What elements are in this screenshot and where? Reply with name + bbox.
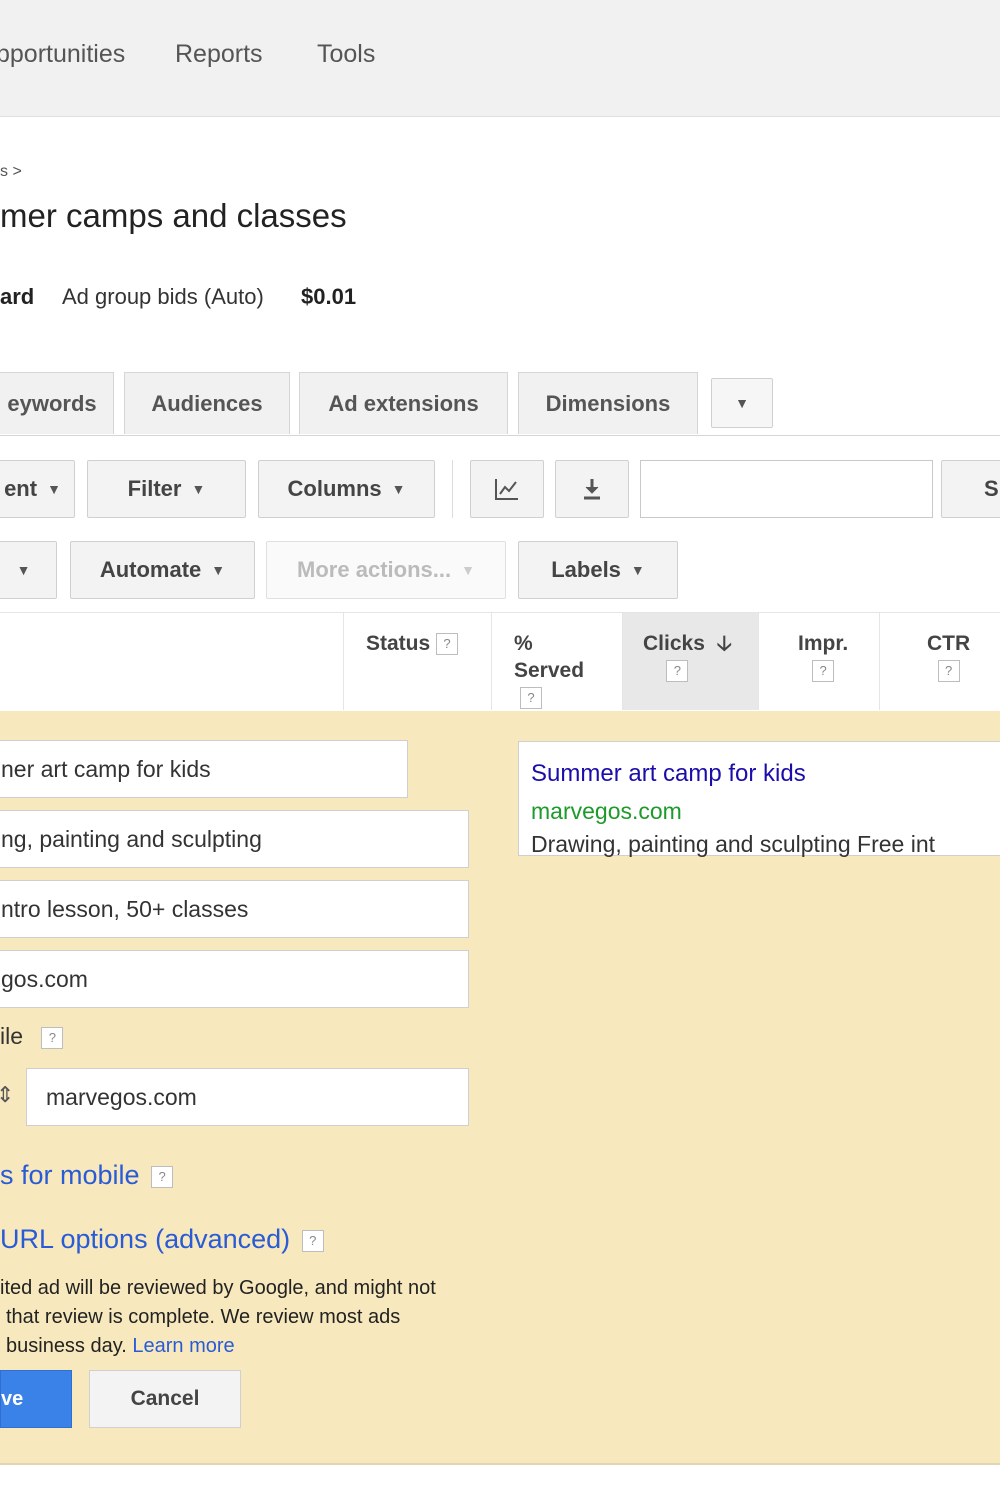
more-tabs-button[interactable]: ▼ bbox=[711, 378, 773, 428]
chevron-down-icon: ▼ bbox=[630, 562, 645, 578]
nav-tools[interactable]: Tools bbox=[317, 40, 375, 69]
download-icon bbox=[581, 477, 603, 501]
final-url-input[interactable]: marvegos.com bbox=[26, 1068, 469, 1126]
headline-input[interactable]: ner art camp for kids bbox=[0, 740, 408, 798]
learn-more-link[interactable]: Learn more bbox=[132, 1335, 234, 1357]
segment-button[interactable]: ent ▼ bbox=[0, 460, 75, 518]
description-line1-input[interactable]: ng, painting and sculpting bbox=[0, 810, 469, 868]
breadcrumb[interactable]: s > bbox=[0, 163, 22, 181]
urls-for-mobile-text: s for mobile bbox=[0, 1160, 140, 1190]
tab-keywords[interactable]: eywords bbox=[0, 372, 114, 434]
review-line1: ited ad will be reviewed by Google, and … bbox=[0, 1277, 436, 1299]
description2-value: ntro lesson, 50+ classes bbox=[1, 895, 249, 922]
display-url-input[interactable]: gos.com bbox=[0, 950, 469, 1008]
nav-reports[interactable]: Reports bbox=[175, 40, 263, 69]
page-title: mer camps and classes bbox=[0, 197, 347, 234]
save-button[interactable]: ve bbox=[0, 1370, 72, 1428]
labels-label: Labels bbox=[551, 557, 621, 582]
chevron-down-icon: ▼ bbox=[16, 562, 31, 578]
help-icon[interactable]: ? bbox=[436, 633, 459, 656]
tab-dimensions[interactable]: Dimensions bbox=[518, 372, 698, 434]
mobile-label: ile ? bbox=[0, 1023, 64, 1050]
url-options-link[interactable]: URL options (advanced) ? bbox=[0, 1224, 324, 1255]
column-header-served[interactable]: % Served ? bbox=[514, 630, 584, 711]
labels-button[interactable]: Labels ▼ bbox=[518, 541, 678, 599]
headline-value: ner art camp for kids bbox=[1, 755, 211, 782]
final-url-value: marvegos.com bbox=[46, 1083, 197, 1110]
urls-for-mobile-link[interactable]: s for mobile ? bbox=[0, 1160, 174, 1191]
filter-button[interactable]: Filter ▼ bbox=[87, 460, 246, 518]
toolbar-separator bbox=[452, 460, 453, 518]
automate-button[interactable]: Automate ▼ bbox=[70, 541, 255, 599]
column-header-status[interactable]: Status ? bbox=[366, 630, 459, 657]
column-separator bbox=[343, 612, 344, 710]
help-icon[interactable]: ? bbox=[937, 660, 960, 683]
help-icon[interactable]: ? bbox=[41, 1026, 64, 1049]
chevron-down-icon: ▼ bbox=[461, 562, 475, 578]
tab-divider bbox=[0, 435, 1000, 436]
download-button[interactable] bbox=[555, 460, 629, 518]
help-icon[interactable]: ? bbox=[151, 1165, 174, 1188]
review-line3: business day. bbox=[6, 1335, 127, 1357]
tab-ad-extensions[interactable]: Ad extensions bbox=[299, 372, 508, 434]
ctr-label: CTR bbox=[927, 632, 971, 655]
description-line2-input[interactable]: ntro lesson, 50+ classes bbox=[0, 880, 469, 938]
more-actions-button[interactable]: More actions... ▼ bbox=[266, 541, 506, 599]
help-icon[interactable]: ? bbox=[520, 687, 542, 710]
served-label-line1: % bbox=[514, 632, 533, 655]
column-separator bbox=[622, 612, 623, 710]
column-header-ctr[interactable]: CTR ? bbox=[927, 630, 970, 684]
tab-audiences[interactable]: Audiences bbox=[124, 372, 290, 434]
chevron-down-icon: ▼ bbox=[391, 481, 406, 497]
cancel-button[interactable]: Cancel bbox=[89, 1370, 241, 1428]
column-separator bbox=[758, 612, 759, 710]
chevron-down-icon: ▼ bbox=[47, 481, 61, 497]
preview-url: marvegos.com bbox=[531, 798, 682, 824]
column-separator bbox=[879, 612, 880, 710]
line-chart-icon bbox=[494, 477, 520, 501]
search-input[interactable] bbox=[640, 460, 933, 518]
table-header-row bbox=[0, 612, 1000, 712]
help-icon[interactable]: ? bbox=[666, 660, 689, 683]
status-label: Status bbox=[366, 632, 431, 655]
chart-button[interactable] bbox=[470, 460, 544, 518]
preview-headline[interactable]: Summer art camp for kids bbox=[531, 760, 806, 788]
search-button[interactable]: S bbox=[941, 460, 1000, 518]
sort-down-arrow-icon: 🡣 bbox=[716, 632, 732, 655]
served-label-line2: Served bbox=[514, 659, 585, 682]
clicks-label: Clicks bbox=[643, 632, 705, 655]
review-notice: ited ad will be reviewed by Google, and … bbox=[0, 1274, 500, 1361]
url-options-text: URL options (advanced) bbox=[0, 1224, 291, 1254]
chevron-down-icon: ▼ bbox=[211, 562, 226, 578]
review-line2: that review is complete. We review most … bbox=[6, 1306, 401, 1328]
preview-description: Drawing, painting and sculpting Free int bbox=[531, 831, 936, 857]
nav-opportunities[interactable]: pportunities bbox=[0, 40, 125, 69]
ad-preview: Summer art camp for kids marvegos.com Dr… bbox=[518, 741, 1000, 857]
search-button-label: S bbox=[984, 476, 999, 501]
top-nav-bar bbox=[0, 0, 1000, 117]
ad-group-bids-label: Ad group bids (Auto) bbox=[62, 284, 264, 309]
help-icon[interactable]: ? bbox=[812, 660, 835, 683]
mobile-label-text: ile bbox=[0, 1023, 24, 1049]
bid-strategy-fragment: ard bbox=[0, 284, 35, 309]
filter-label: Filter bbox=[127, 476, 182, 501]
more-actions-label: More actions... bbox=[297, 557, 452, 582]
segment-label: ent bbox=[4, 476, 38, 501]
edit-dropdown-button[interactable]: ▼ bbox=[0, 541, 57, 599]
chevron-down-icon: ▼ bbox=[735, 395, 749, 411]
columns-label: Columns bbox=[287, 476, 382, 501]
column-separator bbox=[491, 612, 492, 710]
ad-group-bid-value[interactable]: $0.01 bbox=[301, 284, 356, 310]
column-header-impr[interactable]: Impr. ? bbox=[798, 630, 848, 684]
protocol-select-arrows-icon[interactable]: ⇕ bbox=[0, 1082, 14, 1108]
columns-button[interactable]: Columns ▼ bbox=[258, 460, 435, 518]
display-url-value: gos.com bbox=[1, 965, 88, 992]
impr-label: Impr. bbox=[798, 632, 849, 655]
automate-label: Automate bbox=[99, 557, 202, 582]
column-header-clicks[interactable]: Clicks 🡣 ? bbox=[643, 630, 732, 684]
help-icon[interactable]: ? bbox=[301, 1229, 324, 1252]
chevron-down-icon: ▼ bbox=[191, 481, 206, 497]
description1-value: ng, painting and sculpting bbox=[1, 825, 262, 852]
